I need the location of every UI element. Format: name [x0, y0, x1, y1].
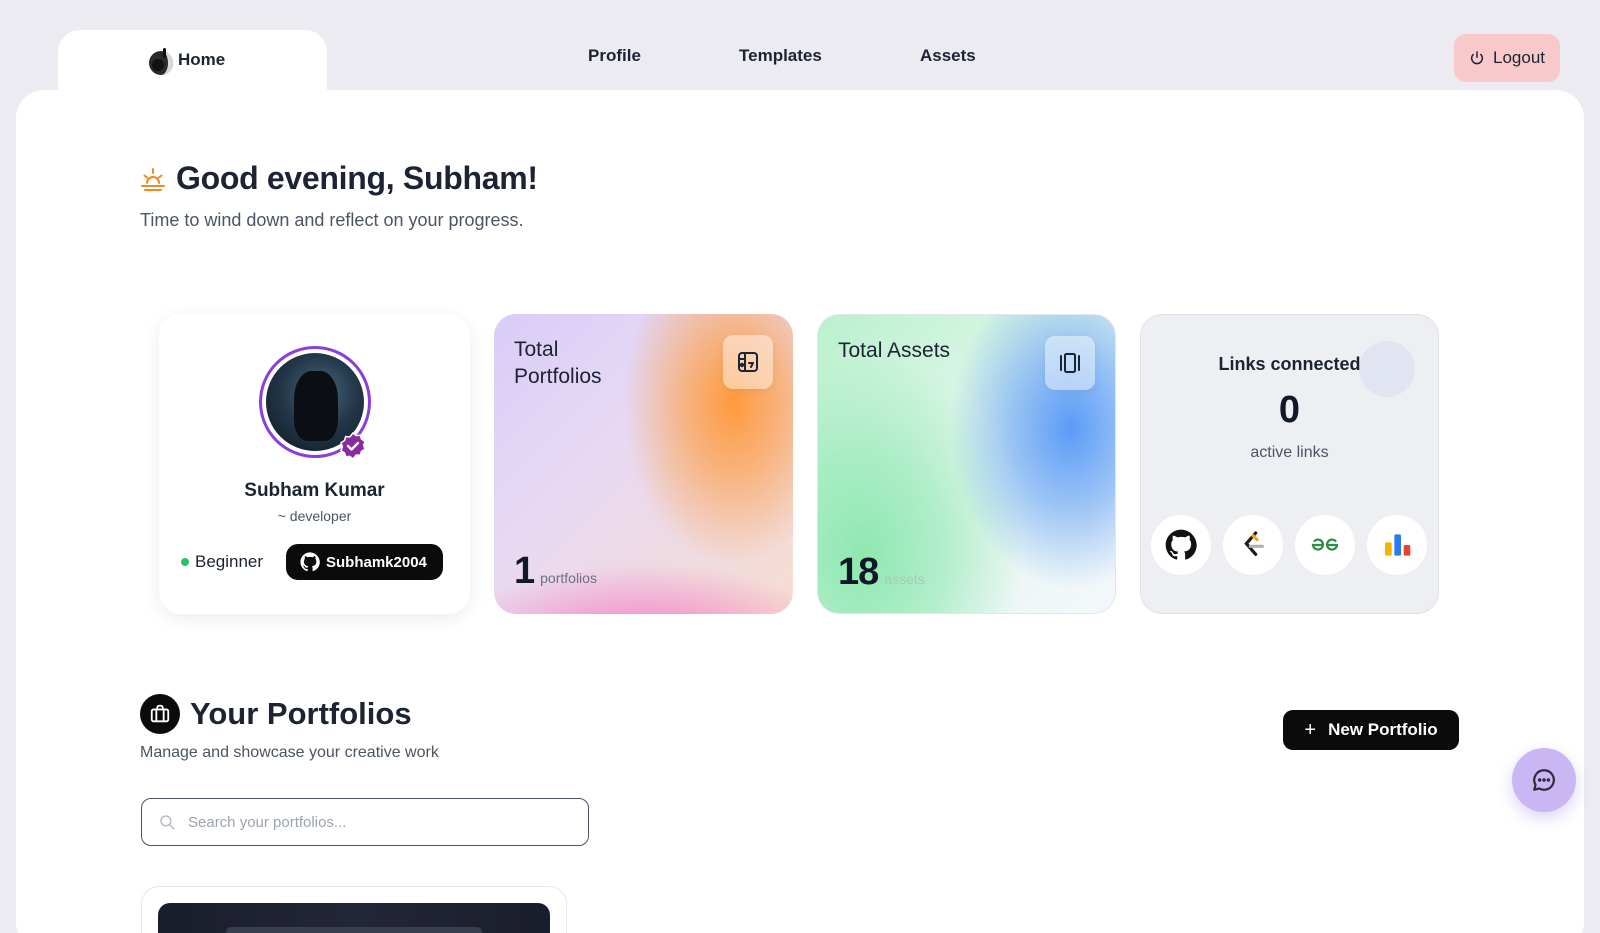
- logout-button[interactable]: Logout: [1454, 34, 1560, 82]
- links-label: active links: [1250, 444, 1329, 461]
- profile-role: ~ developer: [277, 508, 352, 524]
- new-portfolio-label: New Portfolio: [1328, 720, 1438, 739]
- analytics-icon: [1385, 534, 1411, 556]
- stat-value: 18 assets: [838, 551, 925, 594]
- stat-title: Total Assets: [838, 339, 951, 362]
- gallery-icon: [1060, 353, 1080, 373]
- links-count: 0: [1278, 389, 1301, 431]
- link-geeksforgeeks[interactable]: [1295, 515, 1355, 575]
- logout-label: Logout: [1493, 48, 1545, 67]
- links-title: Links connected: [1218, 354, 1361, 374]
- stat-title: Total Portfolios: [514, 338, 602, 388]
- level-badge: Beginner: [181, 552, 263, 572]
- portfolio-thumbnail: [158, 903, 550, 933]
- link-analytics[interactable]: [1367, 515, 1427, 575]
- search-box: [141, 798, 589, 846]
- chat-icon: [1533, 769, 1555, 791]
- nav-link-templates[interactable]: Templates: [739, 46, 822, 66]
- portfolio-icon: [738, 352, 758, 372]
- sunset-icon: [141, 167, 165, 191]
- greeting-title: Good evening, Subham!: [176, 160, 538, 196]
- briefcase-icon: [150, 704, 170, 723]
- total-portfolios-card[interactable]: Total Portfolios 1 portfolios: [494, 314, 793, 614]
- chat-button[interactable]: [1512, 748, 1576, 812]
- assets-count: 18: [838, 551, 879, 593]
- portfolio-card[interactable]: [141, 886, 567, 933]
- thumbnail-bar: [226, 927, 482, 933]
- greeting-header: Good evening, Subham!: [140, 160, 538, 197]
- portfolios-count: 1: [514, 550, 535, 592]
- section-subtitle: Manage and showcase your creative work: [140, 744, 439, 761]
- nav-link-profile[interactable]: Profile: [588, 46, 641, 66]
- avatar-figure: [294, 371, 338, 441]
- level-label: Beginner: [195, 552, 264, 571]
- profile-name: Subham Kumar: [244, 480, 385, 501]
- profile-card: Subham Kumar ~ developer Beginner Subham…: [159, 314, 470, 614]
- link-icons-row: [1151, 515, 1427, 575]
- links-connected-card: Links connected 0 active links: [1140, 314, 1439, 614]
- nav-link-assets[interactable]: Assets: [920, 46, 976, 66]
- github-profile-link[interactable]: Subhamk2004: [286, 544, 443, 580]
- total-assets-card[interactable]: Total Assets 18 assets: [817, 314, 1116, 614]
- greeting-subtitle: Time to wind down and reflect on your pr…: [140, 210, 524, 230]
- portfolio-stat-icon-box: [723, 335, 773, 389]
- geeksforgeeks-icon: [1311, 538, 1339, 551]
- briefcase-badge: [140, 694, 180, 734]
- new-portfolio-button[interactable]: + New Portfolio: [1283, 710, 1459, 750]
- search-input[interactable]: [188, 813, 588, 831]
- stat-value: 1 portfolios: [514, 550, 597, 593]
- app-logo-icon: [149, 48, 173, 75]
- link-github[interactable]: [1151, 515, 1211, 575]
- section-title: Your Portfolios: [190, 696, 412, 731]
- nav-home-label: Home: [178, 50, 226, 69]
- github-handle: Subhamk2004: [326, 553, 427, 571]
- portfolios-section-header: Your Portfolios: [140, 694, 412, 734]
- assets-unit: assets: [884, 571, 925, 587]
- search-icon: [160, 815, 175, 830]
- github-icon: [300, 552, 320, 572]
- github-icon: [1165, 529, 1197, 560]
- link-leetcode[interactable]: [1223, 515, 1283, 575]
- leetcode-icon: [1244, 531, 1264, 556]
- assets-stat-icon-box: [1045, 336, 1095, 390]
- verified-badge-icon: [340, 432, 366, 460]
- plus-icon: +: [1304, 719, 1317, 741]
- power-icon: [1470, 51, 1484, 65]
- status-dot: [181, 558, 189, 566]
- portfolios-unit: portfolios: [540, 570, 597, 586]
